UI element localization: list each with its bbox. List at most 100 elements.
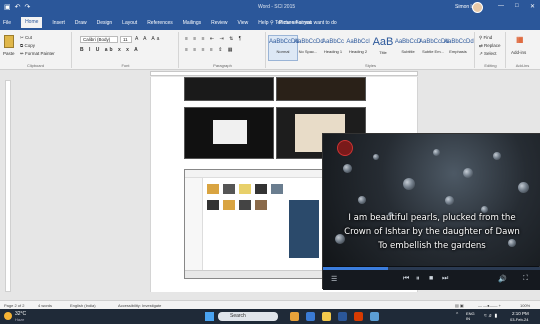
list-buttons[interactable]: ≡ ≡ ≡ ⇤ ⇥ ⇅ ¶ [185, 36, 243, 42]
app-icon[interactable] [370, 312, 379, 321]
find-button[interactable]: ⚲ Find [479, 35, 492, 41]
selected-screenshot[interactable] [184, 169, 324, 279]
status-bar: Page 2 of 2 4 words English (India) Acce… [0, 300, 540, 309]
addins-button[interactable]: Add-ins [511, 50, 526, 55]
menu-icon[interactable]: ☰ [331, 275, 337, 283]
browser-icon[interactable] [306, 312, 315, 321]
format-painter-button[interactable]: ✏ Format Painter [20, 51, 55, 57]
align-buttons[interactable]: ≡ ≡ ≡ ≡ ⇕ ▦ [185, 47, 235, 53]
read-mode-icon[interactable]: ▤ ▣ [455, 303, 464, 308]
volume-icon[interactable]: 🔊 [498, 275, 507, 283]
taskbar-search[interactable]: Search [218, 312, 278, 321]
stop-icon[interactable]: ■ [429, 275, 433, 282]
water-drop [373, 154, 379, 160]
folder-icon [223, 200, 235, 210]
undo-icon[interactable]: ↶ [15, 3, 21, 12]
clock-time[interactable]: 2:10 PM [512, 311, 529, 316]
tab-review[interactable]: Review [211, 19, 227, 28]
file-thumbnail [271, 184, 283, 194]
preview-pane [289, 200, 319, 258]
language-indicator[interactable]: English (India) [70, 303, 96, 308]
copy-button[interactable]: ⧉ Copy [20, 43, 35, 48]
player-controls: ☰ ⏮ ⏸ ■ ⏭ 🔊 ⛶ [323, 270, 540, 290]
font-name-combo[interactable]: Calibri (Body) [80, 36, 118, 43]
word-count[interactable]: 4 words [38, 303, 52, 308]
file-thumbnail [239, 200, 251, 210]
font-size-buttons[interactable]: A A Aa [135, 36, 161, 42]
tab-home[interactable]: Home [21, 17, 43, 28]
subtitle-line-3: To embellish the gardens [378, 241, 486, 251]
paste-icon[interactable] [4, 35, 14, 48]
maximize-icon[interactable]: □ [515, 3, 519, 9]
avatar[interactable] [472, 2, 483, 13]
styles-group: AaBbCcDd Normal AaBbCcDd No Spac... AaBbCc… [267, 32, 475, 68]
font-label: Font [121, 63, 130, 68]
tab-file[interactable]: File [3, 19, 11, 28]
accessibility-status[interactable]: Accessibility: Investigate [118, 303, 161, 308]
pause-icon[interactable]: ⏸ [416, 275, 420, 283]
screenshot-thumbnail[interactable] [184, 77, 274, 101]
zoom-slider[interactable]: — —●—— + [478, 303, 501, 308]
save-icon[interactable]: ▣ [4, 3, 11, 12]
input-language[interactable]: ENG IN [466, 311, 478, 321]
weather-text: Haze [15, 317, 25, 322]
addins-icon[interactable]: ▦ [516, 35, 524, 44]
water-drop [445, 196, 454, 205]
file-thumbnail [223, 184, 235, 194]
next-icon[interactable]: ⏭ [442, 275, 448, 283]
word-icon[interactable] [338, 312, 347, 321]
replace-button[interactable]: ⇄ Replace [479, 43, 501, 49]
minimize-icon[interactable]: — [498, 3, 504, 9]
tab-design[interactable]: Design [97, 19, 113, 28]
style-emphasis[interactable]: AaBbCcDd Emphasis [443, 35, 474, 61]
file-thumbnail [255, 184, 267, 194]
subtitle-line-2: Crown of Ishtar by the daughter of Dawn [344, 227, 520, 237]
redo-icon[interactable]: ↷ [25, 3, 31, 12]
cut-button[interactable]: ✂ Cut [20, 35, 32, 41]
tab-layout[interactable]: Layout [122, 19, 137, 28]
clipboard-group: Paste ✂ Cut ⧉ Copy ✏ Format Painter Clip… [0, 32, 72, 68]
tab-help[interactable]: Help [258, 19, 268, 28]
tray-chevron-icon[interactable]: ⌃ [455, 312, 459, 318]
screenshot-thumbnail[interactable] [184, 107, 274, 159]
app-icon[interactable] [354, 312, 363, 321]
font-group: Calibri (Body) 11 A A Aa B I U ab x x A … [73, 32, 179, 68]
clock-date[interactable]: 03-Feb-24 [510, 317, 528, 322]
select-button[interactable]: ↗ Select [479, 51, 497, 57]
font-size-combo[interactable]: 11 [120, 36, 132, 43]
tell-me-search[interactable]: ⚲ Tell me what you want to do [270, 19, 337, 27]
tab-mailings[interactable]: Mailings [183, 19, 201, 28]
page-count[interactable]: Page 2 of 2 [4, 303, 24, 308]
tab-references[interactable]: References [147, 19, 173, 28]
paragraph-label: Paragraph [213, 63, 232, 68]
close-icon[interactable]: ✕ [530, 3, 535, 10]
screenshot-thumbnail[interactable] [276, 77, 366, 101]
zoom-level[interactable]: 100% [520, 303, 530, 308]
tab-insert[interactable]: Insert [52, 19, 65, 28]
horizontal-ruler[interactable] [150, 71, 418, 76]
font-format-buttons[interactable]: B I U ab x x A [80, 47, 140, 53]
weather-icon[interactable] [4, 312, 12, 320]
paste-button[interactable]: Paste [3, 51, 15, 56]
title-bar: ▣ ↶ ↷ Word - SCI 2015 Simon lam — □ ✕ [0, 0, 540, 16]
previous-icon[interactable]: ⏮ [403, 275, 409, 283]
editing-label: Editing [484, 63, 497, 68]
water-drop [358, 196, 366, 204]
fullscreen-icon[interactable]: ⛶ [523, 275, 528, 283]
water-drop [403, 178, 415, 190]
water-drop [481, 206, 488, 213]
slide-image [213, 120, 247, 144]
water-drop [493, 152, 501, 160]
vertical-ruler[interactable] [5, 80, 11, 292]
water-drop [518, 182, 529, 193]
tab-draw[interactable]: Draw [75, 19, 87, 28]
video-frame: I am beautiful pearls, plucked from the … [323, 134, 540, 266]
video-player-window[interactable]: I am beautiful pearls, plucked from the … [322, 133, 540, 290]
app-icon[interactable] [290, 312, 299, 321]
file-thumbnail [239, 184, 251, 194]
wifi-volume-icons[interactable]: ≈ ♬ ▮ [484, 313, 497, 319]
tab-view[interactable]: View [238, 19, 249, 28]
start-icon[interactable] [205, 312, 214, 321]
file-explorer-icon[interactable] [322, 312, 331, 321]
styles-label: Styles [365, 63, 376, 68]
